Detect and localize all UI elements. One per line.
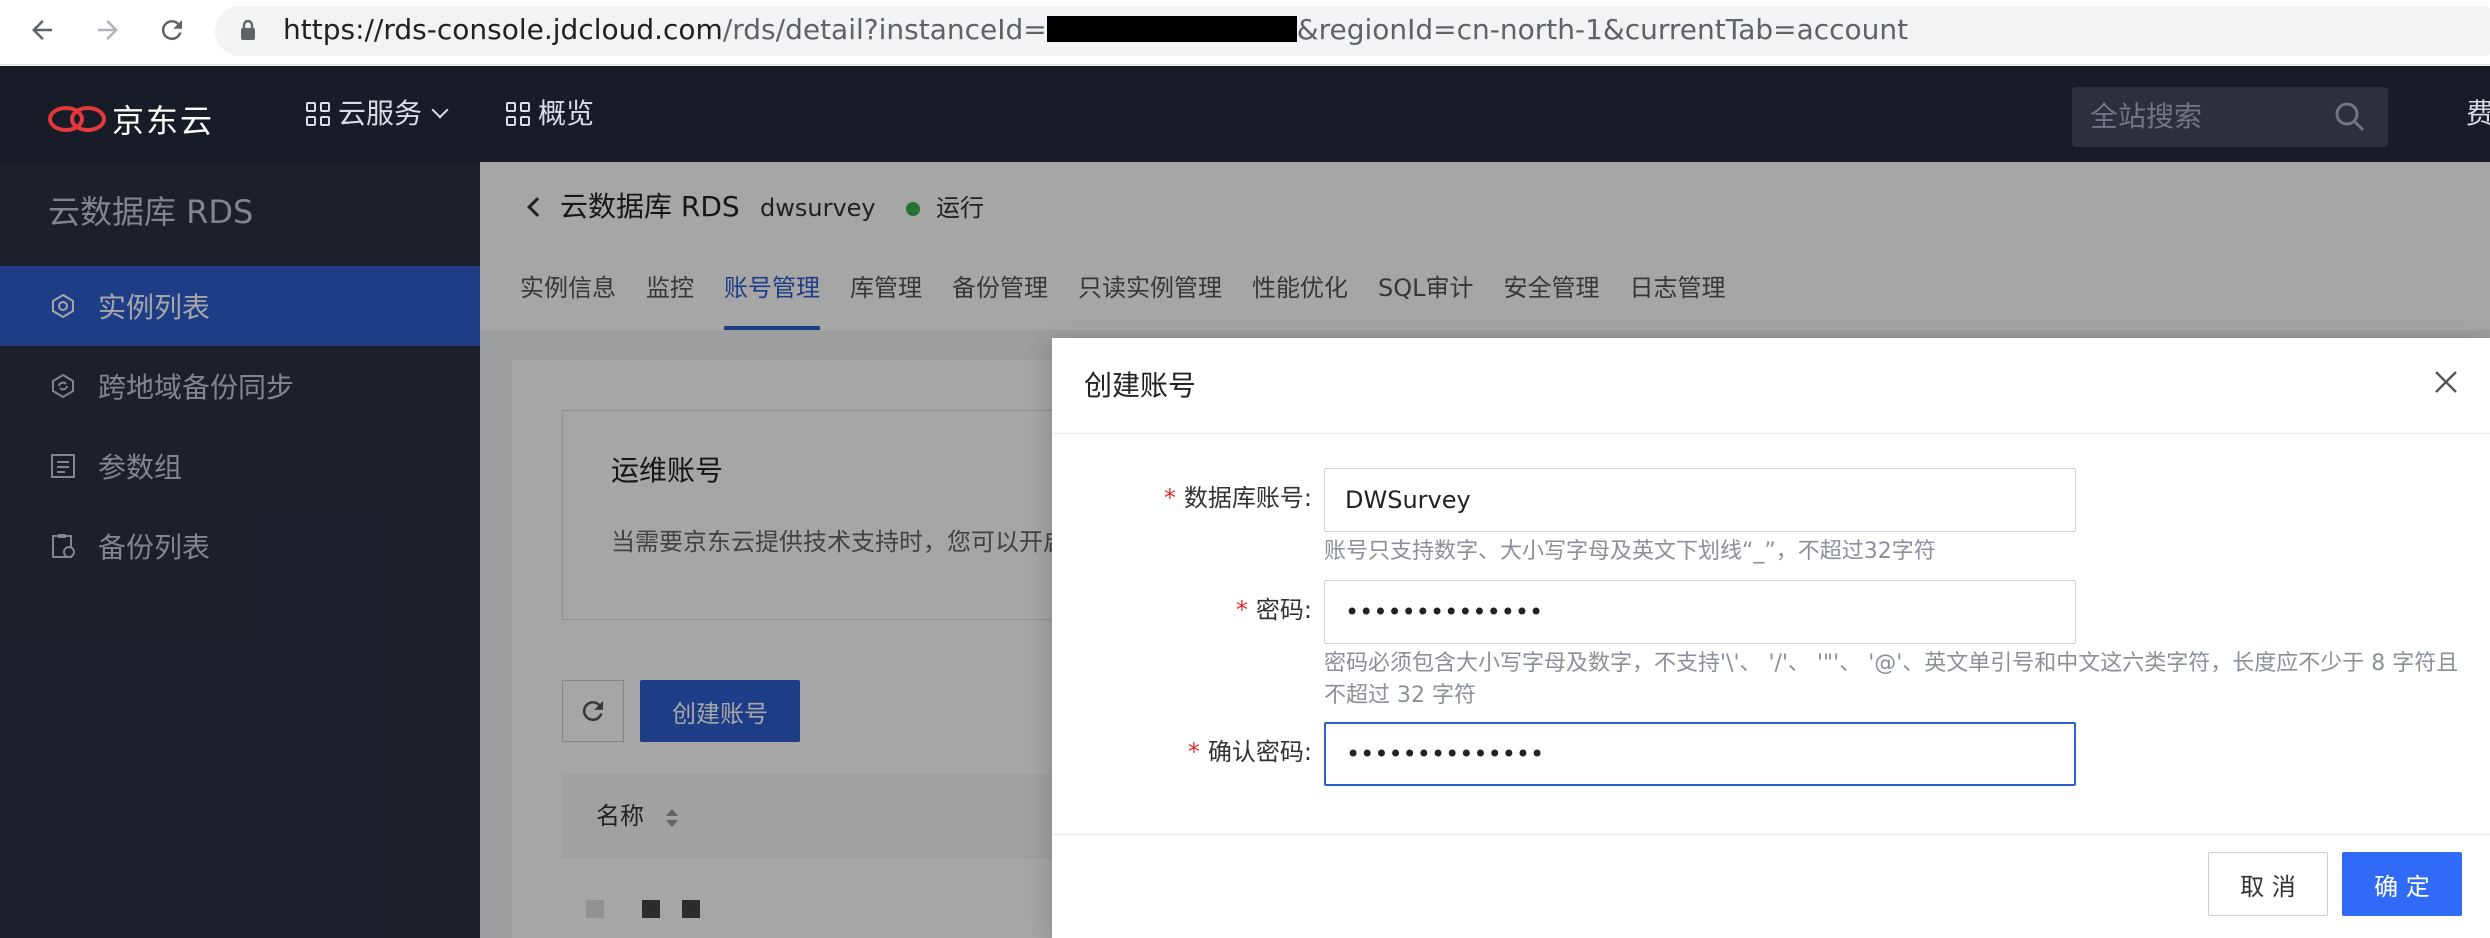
search-icon[interactable] xyxy=(2334,101,2366,133)
back-arrow-icon xyxy=(32,20,52,40)
nav-cloud-services[interactable]: 云服务 xyxy=(306,94,449,134)
reload-icon xyxy=(161,20,182,41)
password-label: * 密码: xyxy=(1235,596,1312,624)
grid-icon xyxy=(506,102,530,126)
confirm-password-input[interactable] xyxy=(1324,722,2076,786)
nav-overview[interactable]: 概览 xyxy=(506,94,594,134)
cancel-button[interactable]: 取 消 xyxy=(2208,852,2328,916)
grid-icon xyxy=(306,102,330,126)
close-icon[interactable] xyxy=(2432,368,2460,396)
confirm-password-label: * 确认密码: xyxy=(1187,738,1312,766)
required-asterisk: * xyxy=(1163,484,1176,512)
redacted-instance-id xyxy=(1046,16,1297,42)
password-input[interactable] xyxy=(1324,580,2076,644)
search-placeholder: 全站搜索 xyxy=(2090,100,2203,133)
jdcloud-logo[interactable]: 京东云 xyxy=(46,96,214,142)
app-header: 京东云 云服务 概览 全站搜索 费 xyxy=(0,66,2490,162)
dialog-title: 创建账号 xyxy=(1084,369,1197,402)
back-button[interactable] xyxy=(20,8,64,52)
nav-cloud-services-label: 云服务 xyxy=(338,97,423,130)
reload-button[interactable] xyxy=(150,8,194,52)
confirm-button[interactable]: 确 定 xyxy=(2342,852,2462,916)
db-account-label: * 数据库账号: xyxy=(1163,484,1312,512)
db-account-input[interactable] xyxy=(1324,468,2076,532)
header-right-link[interactable]: 费 xyxy=(2466,94,2490,134)
password-hint: 密码必须包含大小写字母及数字，不支持'\'、 '/'、 '"'、 '@'、英文单… xyxy=(1324,651,2459,708)
nav-overview-label: 概览 xyxy=(538,97,595,130)
url-text[interactable]: https://rds-console.jdcloud.com/rds/deta… xyxy=(283,10,1908,50)
required-asterisk: * xyxy=(1187,738,1200,766)
browser-chrome: https://rds-console.jdcloud.com/rds/deta… xyxy=(0,0,2490,65)
create-account-dialog: 创建账号 *数据库账号: 账号只支持数字、大小写字母及英文下划线“_”，不超过3… xyxy=(1052,338,2490,938)
forward-button[interactable] xyxy=(86,8,130,52)
required-asterisk: * xyxy=(1235,596,1248,624)
global-search-input[interactable]: 全站搜索 xyxy=(2072,87,2388,147)
db-account-hint: 账号只支持数字、大小写字母及英文下划线“_”，不超过32字符 xyxy=(1324,539,1936,564)
forward-arrow-icon xyxy=(98,20,118,40)
logo-text: 京东云 xyxy=(112,102,215,140)
dialog-header: 创建账号 xyxy=(1052,338,2490,434)
chevron-down-icon xyxy=(431,101,449,119)
jdcloud-logo-icon xyxy=(48,106,106,132)
lock-icon xyxy=(241,19,255,40)
